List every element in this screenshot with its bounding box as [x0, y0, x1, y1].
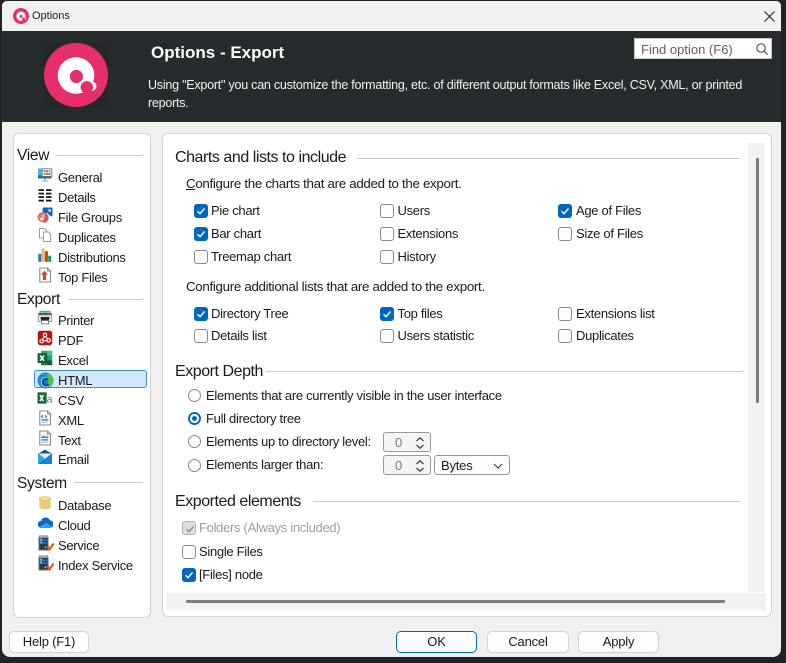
svg-text:a,: a, — [47, 393, 53, 405]
